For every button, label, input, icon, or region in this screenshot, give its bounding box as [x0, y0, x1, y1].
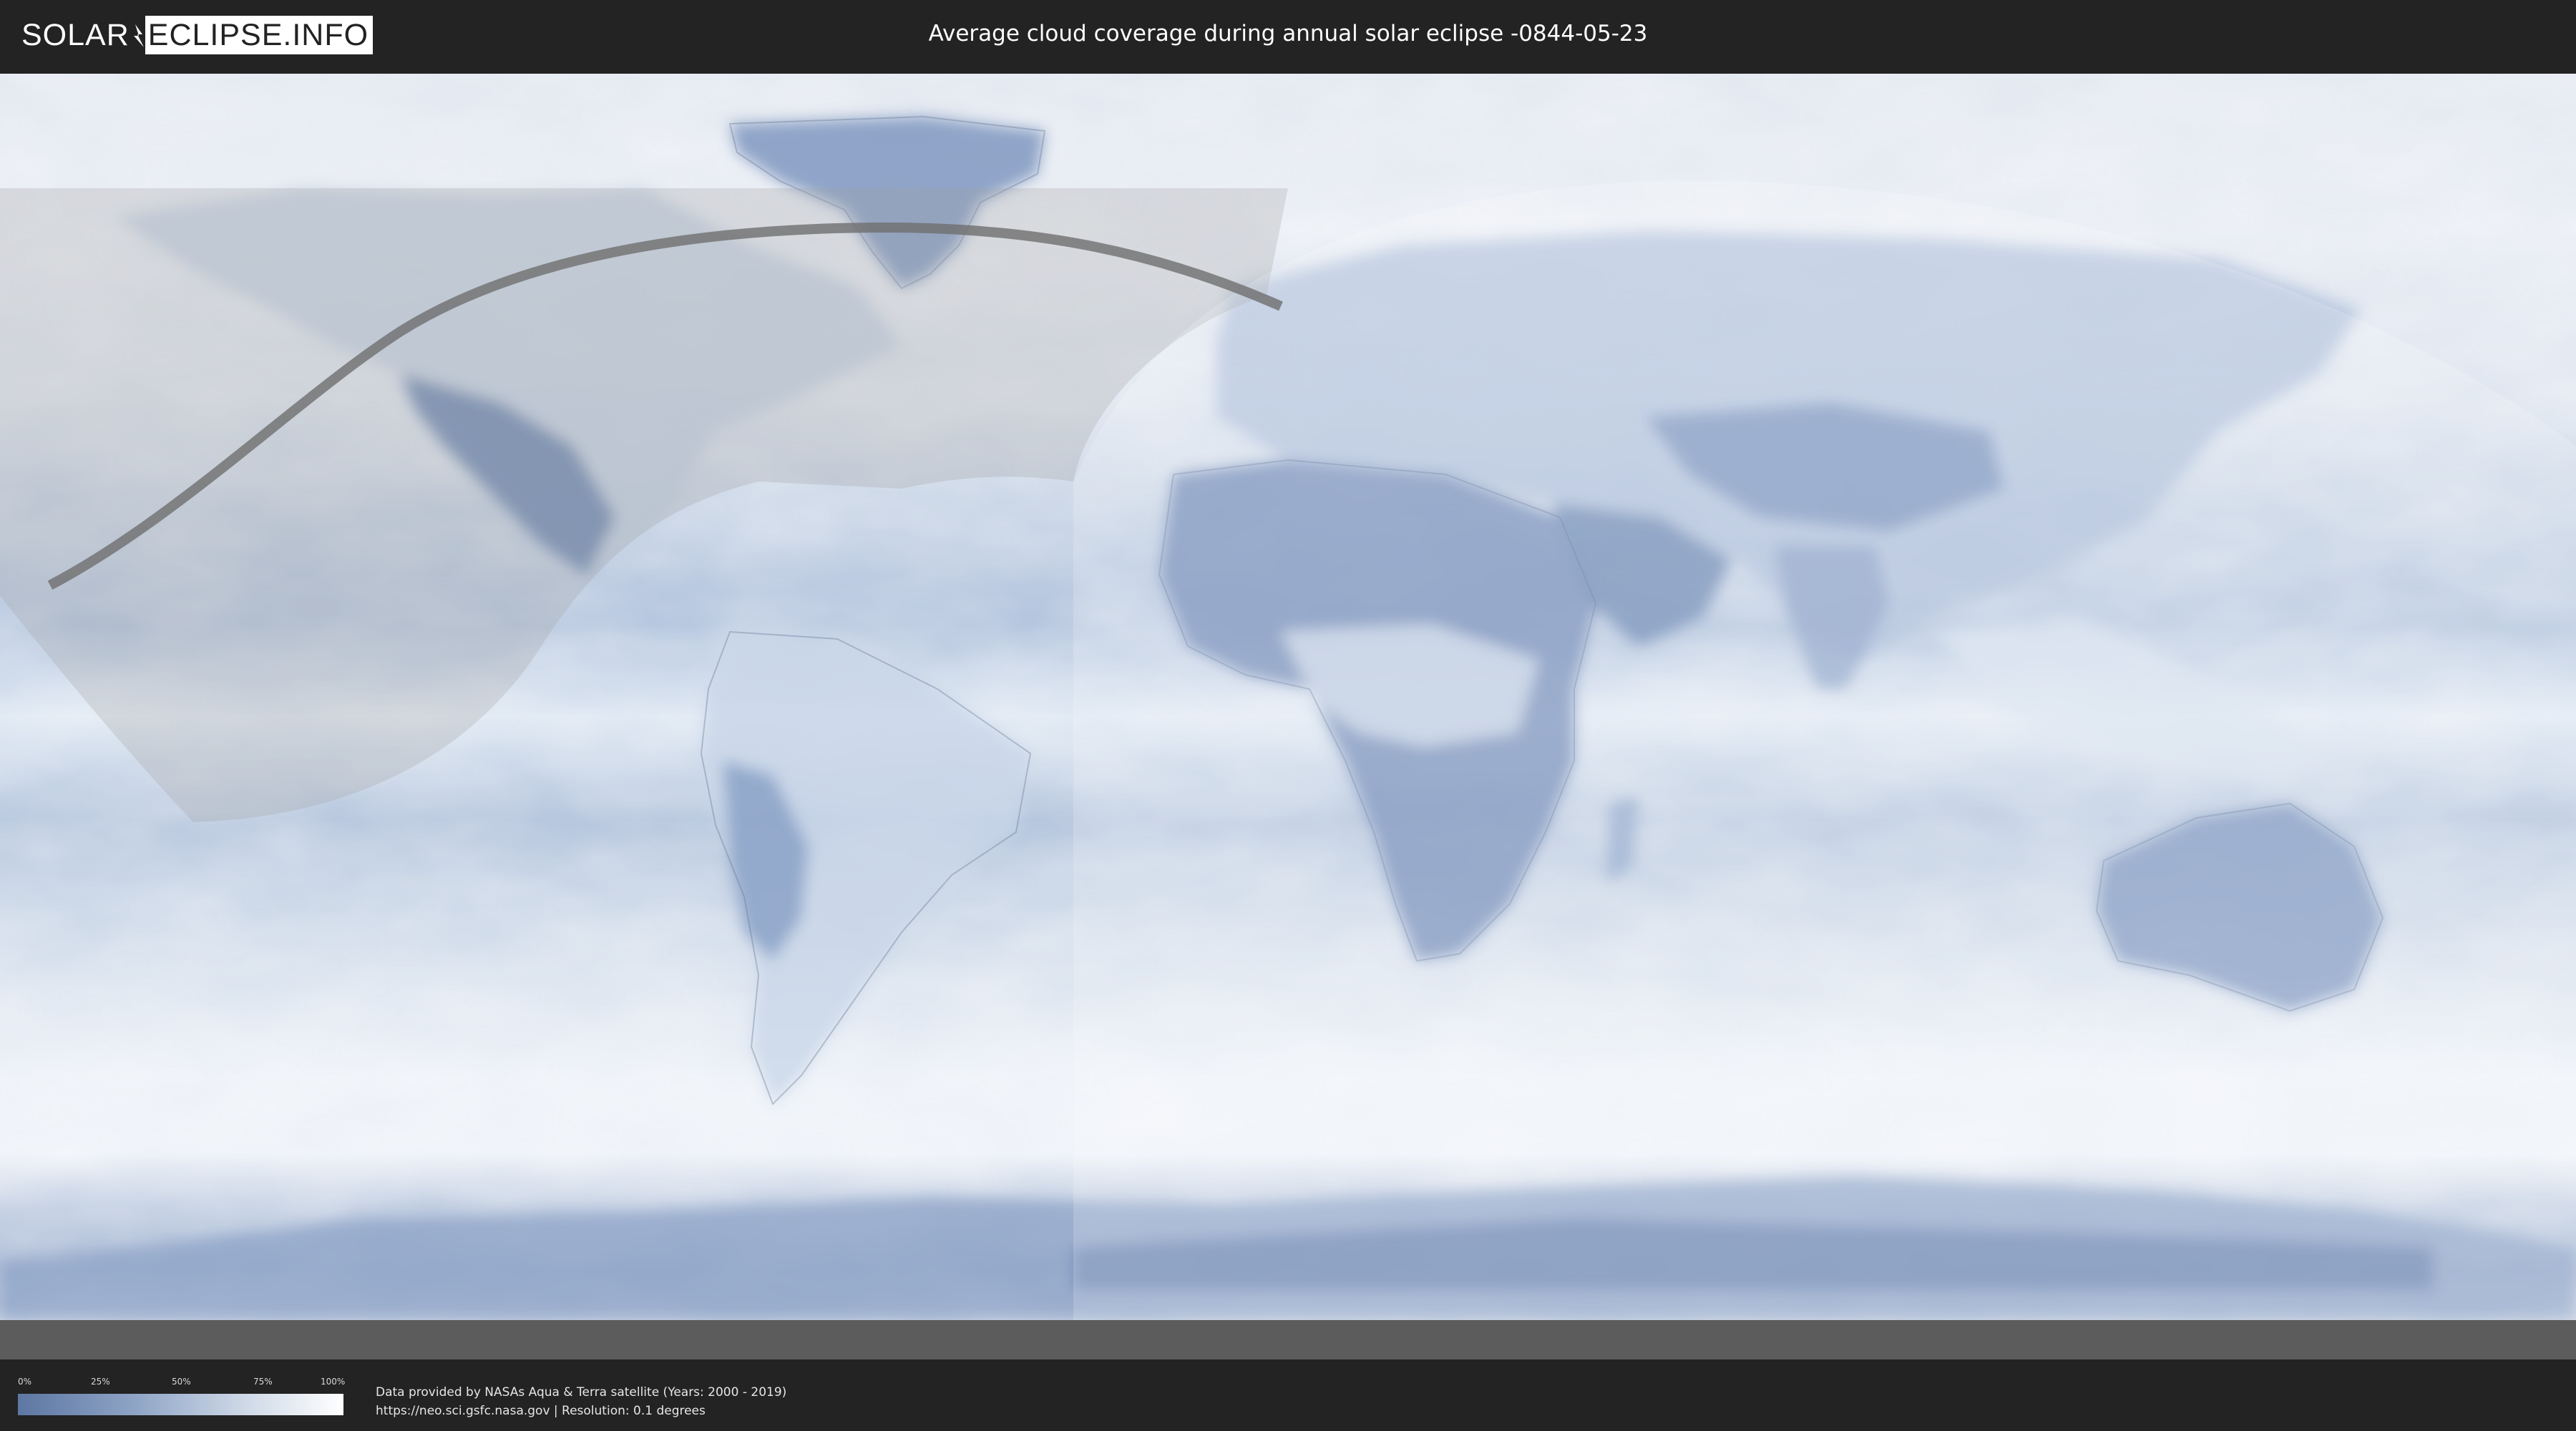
legend-tick-50: 50% — [172, 1377, 191, 1387]
legend-color-bar — [18, 1394, 343, 1415]
header-bar: SOLAR ECLIPSE.INFO Average cloud coverag… — [0, 0, 2576, 74]
map-bottom-strip — [0, 1320, 2576, 1359]
penumbra-region-east — [1073, 180, 2576, 1359]
data-credit-line-1: Data provided by NASAs Aqua & Terra sate… — [376, 1385, 787, 1400]
legend-tick-25: 25% — [91, 1377, 110, 1387]
cloud-coverage-map — [0, 74, 2576, 1359]
legend-tick-75: 75% — [253, 1377, 273, 1387]
world-map-svg — [0, 74, 2576, 1359]
legend-tick-100: 100% — [321, 1377, 346, 1387]
data-credit-line-2: https://neo.sci.gsfc.nasa.gov | Resoluti… — [376, 1404, 706, 1418]
page-title: Average cloud coverage during annual sol… — [928, 21, 1648, 47]
footer-bar: 0% 25% 50% 75% 100% Data provided by NAS… — [0, 1359, 2576, 1431]
legend-tick-0: 0% — [18, 1377, 32, 1387]
